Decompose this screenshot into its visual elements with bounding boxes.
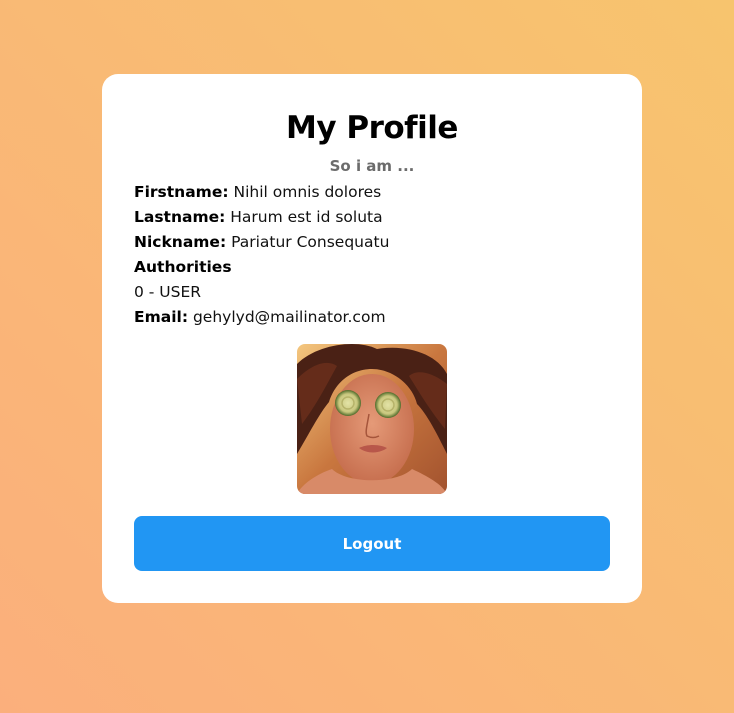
email-label: Email:	[134, 308, 189, 326]
email-row: Email: gehylyd@mailinator.com	[134, 305, 389, 330]
firstname-label: Firstname:	[134, 183, 229, 201]
firstname-value: Nihil omnis dolores	[233, 183, 382, 201]
logout-button[interactable]: Logout	[134, 516, 610, 571]
profile-avatar	[297, 344, 447, 494]
nickname-label: Nickname:	[134, 233, 227, 251]
authorities-label: Authorities	[134, 258, 232, 276]
page-subtitle: So i am ...	[329, 157, 415, 175]
email-value: gehylyd@mailinator.com	[192, 308, 386, 326]
nickname-row: Nickname: Pariatur Consequatu	[134, 230, 389, 255]
authority-item: 0 - USER	[134, 283, 202, 301]
profile-card: My Profile So i am ... Firstname: Nihil …	[102, 74, 642, 603]
profile-info: Firstname: Nihil omnis dolores Lastname:…	[134, 180, 389, 330]
authorities-row: Authorities	[134, 255, 389, 280]
lastname-row: Lastname: Harum est id soluta	[134, 205, 389, 230]
lastname-value: Harum est id soluta	[230, 208, 383, 226]
lastname-label: Lastname:	[134, 208, 226, 226]
nickname-value: Pariatur Consequatu	[231, 233, 390, 251]
page-title: My Profile	[286, 110, 458, 146]
firstname-row: Firstname: Nihil omnis dolores	[134, 180, 389, 205]
